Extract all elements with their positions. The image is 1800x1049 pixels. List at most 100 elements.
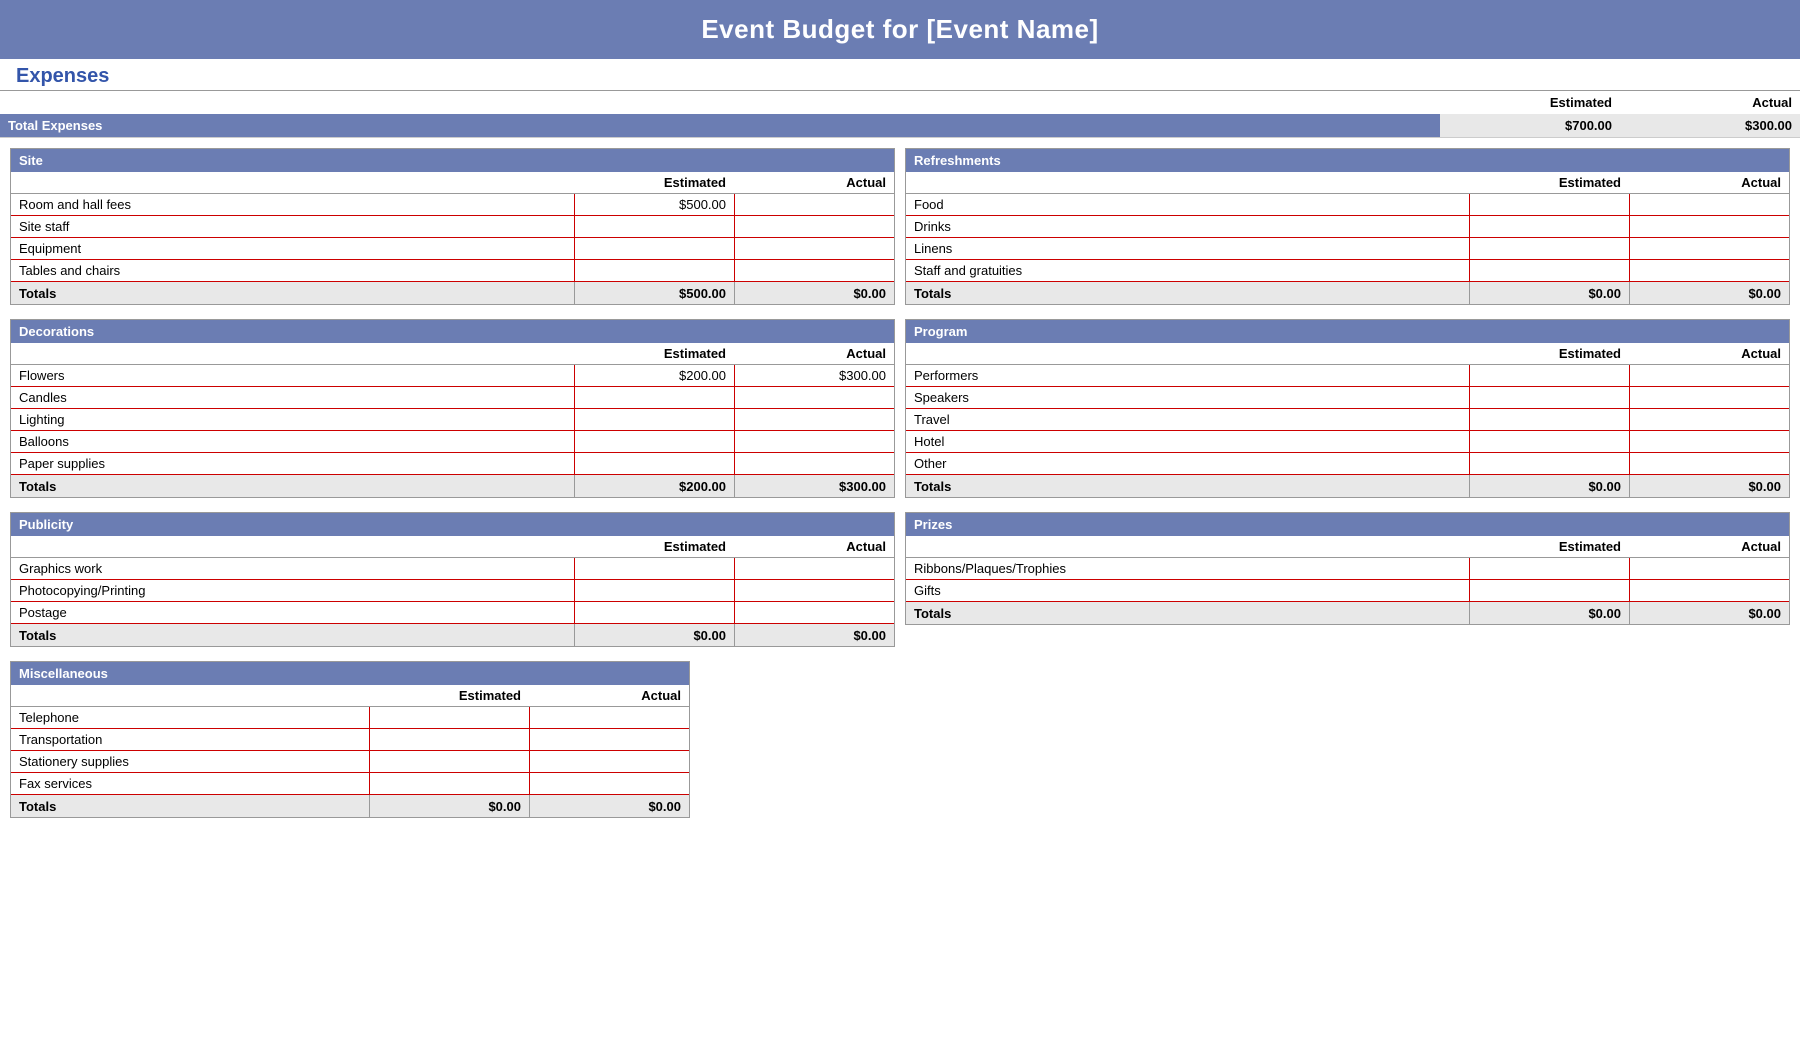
site-col-estimated: Estimated — [574, 172, 734, 193]
pri-totals-label: Totals — [906, 602, 1469, 624]
dec-row-0: Flowers $200.00 $300.00 — [11, 365, 894, 387]
miscellaneous-section: Miscellaneous Estimated Actual Telephone… — [10, 661, 690, 818]
dec-totals-actual: $300.00 — [734, 475, 894, 497]
prog-col-actual: Actual — [1629, 343, 1789, 364]
misc-row-1-label: Transportation — [11, 729, 369, 750]
prog-col-estimated: Estimated — [1469, 343, 1629, 364]
site-row-3-label: Tables and chairs — [11, 260, 574, 281]
ref-row-2: Linens — [906, 238, 1789, 260]
misc-col-estimated: Estimated — [369, 685, 529, 706]
summary-estimated-header: Estimated — [1440, 91, 1620, 114]
pub-row-0-actual — [734, 558, 894, 579]
misc-row-0-label: Telephone — [11, 707, 369, 728]
decorations-section: Decorations Estimated Actual Flowers $20… — [10, 319, 895, 498]
pub-row-2-label: Postage — [11, 602, 574, 623]
pri-totals-row: Totals $0.00 $0.00 — [906, 602, 1789, 624]
pub-row-1-estimated — [574, 580, 734, 601]
ref-row-1-estimated — [1469, 216, 1629, 237]
site-row-1: Site staff — [11, 216, 894, 238]
dec-row-2-estimated — [574, 409, 734, 430]
pub-col-estimated: Estimated — [574, 536, 734, 557]
pub-row-1: Photocopying/Printing — [11, 580, 894, 602]
dec-row-3-estimated — [574, 431, 734, 452]
prog-row-1-label: Speakers — [906, 387, 1469, 408]
misc-row-0-actual — [529, 707, 689, 728]
total-expenses-actual: $300.00 — [1620, 114, 1800, 137]
col-left: Site Estimated Actual Room and hall fees… — [10, 148, 895, 661]
misc-row-1-actual — [529, 729, 689, 750]
dec-row-3-label: Balloons — [11, 431, 574, 452]
ref-totals-estimated: $0.00 — [1469, 282, 1629, 304]
misc-row-3-estimated — [369, 773, 529, 794]
refreshments-col-headers: Estimated Actual — [906, 172, 1789, 194]
dec-row-3-actual — [734, 431, 894, 452]
site-row-0: Room and hall fees $500.00 — [11, 194, 894, 216]
pub-row-2-actual — [734, 602, 894, 623]
prog-row-4-label: Other — [906, 453, 1469, 474]
page: Event Budget for [Event Name] Expenses E… — [0, 0, 1800, 1049]
summary-bar: Total Expenses $700.00 $300.00 — [0, 114, 1800, 138]
site-row-2: Equipment — [11, 238, 894, 260]
prog-totals-estimated: $0.00 — [1469, 475, 1629, 497]
ref-row-1-label: Drinks — [906, 216, 1469, 237]
refreshments-header: Refreshments — [906, 149, 1789, 172]
pub-col-label-spacer — [11, 536, 574, 557]
ref-col-actual: Actual — [1629, 172, 1789, 193]
site-row-0-actual — [734, 194, 894, 215]
dec-row-2: Lighting — [11, 409, 894, 431]
pri-col-estimated: Estimated — [1469, 536, 1629, 557]
misc-header: Miscellaneous — [11, 662, 689, 685]
summary-top-headers: Estimated Actual — [0, 91, 1800, 114]
site-row-3-actual — [734, 260, 894, 281]
site-col-label-spacer — [11, 172, 574, 193]
prog-row-3-actual — [1629, 431, 1789, 452]
ref-col-estimated: Estimated — [1469, 172, 1629, 193]
site-row-1-estimated — [574, 216, 734, 237]
prog-row-4: Other — [906, 453, 1789, 475]
pri-col-actual: Actual — [1629, 536, 1789, 557]
misc-row-3-actual — [529, 773, 689, 794]
misc-row-3: Fax services — [11, 773, 689, 795]
pub-row-1-actual — [734, 580, 894, 601]
site-row-0-label: Room and hall fees — [11, 194, 574, 215]
summary-spacer — [0, 91, 1440, 114]
pri-col-label-spacer — [906, 536, 1469, 557]
dec-totals-label: Totals — [11, 475, 574, 497]
site-col-headers: Estimated Actual — [11, 172, 894, 194]
pri-totals-actual: $0.00 — [1629, 602, 1789, 624]
pub-totals-label: Totals — [11, 624, 574, 646]
pri-row-0-label: Ribbons/Plaques/Trophies — [906, 558, 1469, 579]
misc-row-2-actual — [529, 751, 689, 772]
ref-row-3-label: Staff and gratuities — [906, 260, 1469, 281]
prog-row-1-estimated — [1469, 387, 1629, 408]
misc-col-headers: Estimated Actual — [11, 685, 689, 707]
pub-row-2-estimated — [574, 602, 734, 623]
site-totals-row: Totals $500.00 $0.00 — [11, 282, 894, 304]
prizes-header: Prizes — [906, 513, 1789, 536]
prog-row-4-estimated — [1469, 453, 1629, 474]
pub-totals-row: Totals $0.00 $0.00 — [11, 624, 894, 646]
prog-row-2-actual — [1629, 409, 1789, 430]
dec-row-0-actual: $300.00 — [734, 365, 894, 386]
site-row-1-actual — [734, 216, 894, 237]
site-totals-actual: $0.00 — [734, 282, 894, 304]
publicity-col-headers: Estimated Actual — [11, 536, 894, 558]
expenses-title: Expenses — [0, 59, 1800, 90]
misc-totals-actual: $0.00 — [529, 795, 689, 817]
site-totals-estimated: $500.00 — [574, 282, 734, 304]
pub-row-0-label: Graphics work — [11, 558, 574, 579]
dec-row-4-estimated — [574, 453, 734, 474]
dec-totals-estimated: $200.00 — [574, 475, 734, 497]
dec-col-estimated: Estimated — [574, 343, 734, 364]
prog-row-2-estimated — [1469, 409, 1629, 430]
pri-row-1-estimated — [1469, 580, 1629, 601]
sections-wrapper: Site Estimated Actual Room and hall fees… — [0, 138, 1800, 661]
site-row-2-estimated — [574, 238, 734, 259]
ref-row-2-label: Linens — [906, 238, 1469, 259]
site-row-3: Tables and chairs — [11, 260, 894, 282]
misc-totals-row: Totals $0.00 $0.00 — [11, 795, 689, 817]
site-totals-label: Totals — [11, 282, 574, 304]
dec-row-4: Paper supplies — [11, 453, 894, 475]
dec-col-actual: Actual — [734, 343, 894, 364]
misc-row-1: Transportation — [11, 729, 689, 751]
